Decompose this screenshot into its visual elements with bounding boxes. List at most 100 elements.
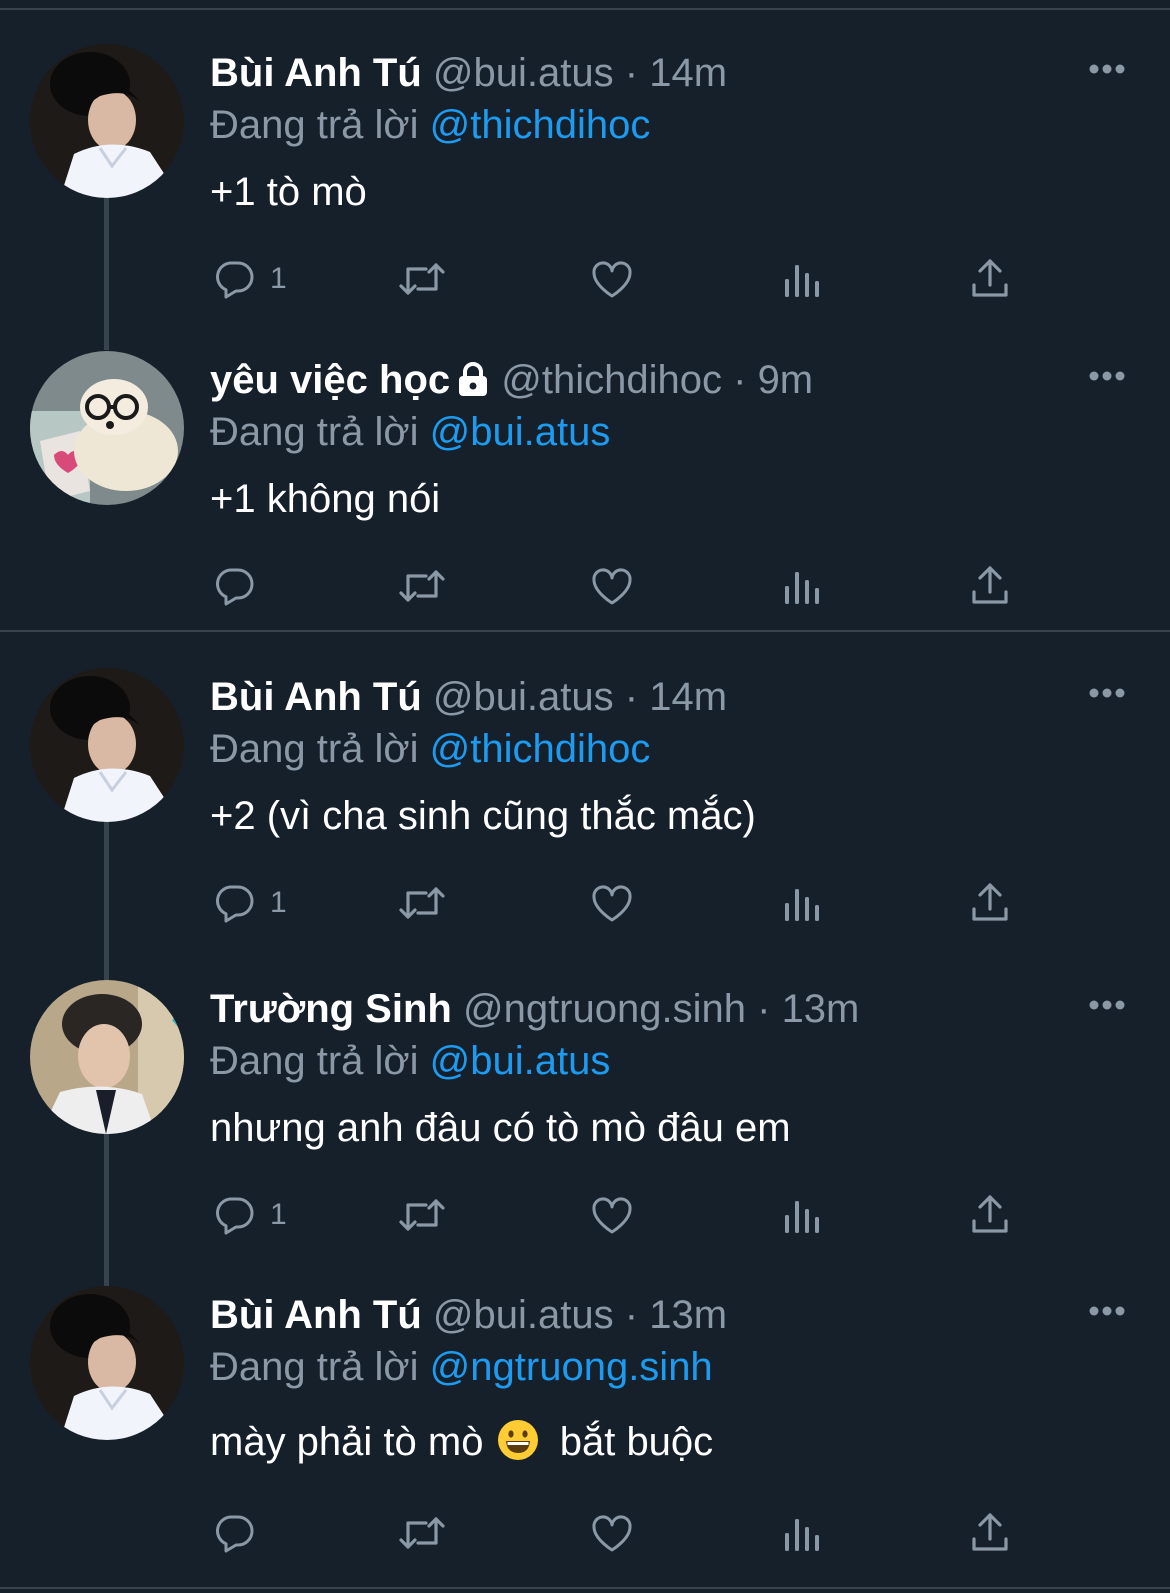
tweet[interactable]: Bùi Anh Tú @bui.atus · 14m Đang trả lời … — [0, 10, 1170, 350]
replying-to: Đang trả lời @thichdihoc — [210, 100, 650, 150]
replying-to-label: Đang trả lời — [210, 103, 419, 147]
tweet-actions: 1 — [210, 254, 1040, 304]
views-button[interactable] — [778, 561, 826, 611]
grinning-face-emoji — [497, 1419, 539, 1473]
tweet[interactable]: yêu việc học @thichdihoc · 9m Đang trả l… — [0, 317, 1170, 627]
like-button[interactable] — [588, 561, 636, 611]
tweet-header: Bùi Anh Tú @bui.atus · 13m — [210, 1290, 727, 1340]
user-handle[interactable]: @bui.atus — [433, 51, 614, 95]
retweet-icon — [396, 879, 448, 927]
separator-dot: · — [757, 987, 771, 1031]
tweet[interactable]: Trường Sinh @ngtruong.sinh · 13m Đang tr… — [0, 946, 1170, 1286]
share-button[interactable] — [966, 878, 1014, 928]
tweet[interactable]: Bùi Anh Tú @bui.atus · 14m Đang trả lời … — [0, 634, 1170, 980]
like-button[interactable] — [588, 1190, 636, 1240]
replying-to: Đang trả lời @bui.atus — [210, 1036, 610, 1086]
retweet-icon — [396, 562, 448, 610]
user-handle[interactable]: @thichdihoc — [501, 358, 722, 402]
avatar[interactable] — [30, 668, 184, 822]
views-button[interactable] — [778, 254, 826, 304]
tweet-text: +1 tò mò — [210, 170, 367, 214]
like-icon — [588, 1191, 636, 1239]
reply-button[interactable]: 1 — [210, 1190, 287, 1240]
reply-icon — [210, 562, 258, 610]
share-button[interactable] — [966, 254, 1014, 304]
retweet-button[interactable] — [396, 254, 448, 304]
display-name[interactable]: Trường Sinh — [210, 987, 452, 1031]
tweet-text: mày phải tò mò bắt buộc — [210, 1417, 713, 1473]
display-name[interactable]: Bùi Anh Tú — [210, 1293, 422, 1337]
lock-icon — [456, 359, 490, 409]
replying-to-mention[interactable]: @thichdihoc — [430, 727, 651, 771]
timestamp[interactable]: 13m — [649, 1293, 727, 1337]
reply-button[interactable]: 1 — [210, 878, 287, 928]
reply-button[interactable] — [210, 561, 270, 611]
user-handle[interactable]: @ngtruong.sinh — [463, 987, 746, 1031]
share-button[interactable] — [966, 561, 1014, 611]
views-icon — [778, 1191, 826, 1239]
views-button[interactable] — [778, 1508, 826, 1558]
tweet-actions — [210, 561, 1040, 611]
views-button[interactable] — [778, 1190, 826, 1240]
like-button[interactable] — [588, 878, 636, 928]
display-name[interactable]: Bùi Anh Tú — [210, 51, 422, 95]
avatar[interactable] — [30, 351, 184, 505]
timestamp[interactable]: 13m — [782, 987, 860, 1031]
like-button[interactable] — [588, 254, 636, 304]
tweet[interactable]: Bùi Anh Tú @bui.atus · 13m Đang trả lời … — [0, 1252, 1170, 1562]
avatar[interactable] — [30, 1286, 184, 1440]
share-button[interactable] — [966, 1190, 1014, 1240]
more-icon[interactable] — [1088, 686, 1126, 704]
share-icon — [966, 1191, 1014, 1239]
retweet-icon — [396, 1509, 448, 1557]
replying-to-mention[interactable]: @bui.atus — [430, 1039, 611, 1083]
reply-icon — [210, 1509, 258, 1557]
separator-dot: · — [733, 358, 747, 402]
more-icon[interactable] — [1088, 998, 1126, 1016]
like-icon — [588, 1509, 636, 1557]
separator-dot: · — [624, 675, 639, 719]
avatar[interactable] — [30, 44, 184, 198]
retweet-button[interactable] — [396, 878, 448, 928]
display-name[interactable]: yêu việc học — [210, 358, 450, 402]
user-handle[interactable]: @bui.atus — [433, 675, 614, 719]
share-button[interactable] — [966, 1508, 1014, 1558]
reply-button[interactable]: 1 — [210, 254, 287, 304]
tweet-text-part: bắt buộc — [559, 1420, 714, 1464]
more-icon[interactable] — [1088, 369, 1126, 387]
reply-icon — [210, 255, 258, 303]
reply-button[interactable] — [210, 1508, 270, 1558]
tweet-actions: 1 — [210, 878, 1040, 928]
tweet-actions: 1 — [210, 1190, 1040, 1240]
share-icon — [966, 879, 1014, 927]
tweet-actions — [210, 1508, 1040, 1558]
avatar[interactable] — [30, 980, 184, 1134]
timestamp[interactable]: 14m — [649, 51, 727, 95]
timestamp[interactable]: 14m — [649, 675, 727, 719]
user-handle[interactable]: @bui.atus — [433, 1293, 614, 1337]
views-button[interactable] — [778, 878, 826, 928]
like-button[interactable] — [588, 1508, 636, 1558]
replying-to-mention[interactable]: @thichdihoc — [430, 103, 651, 147]
tweet-header: Bùi Anh Tú @bui.atus · 14m — [210, 48, 727, 98]
replying-to-mention[interactable]: @bui.atus — [430, 410, 611, 454]
timestamp[interactable]: 9m — [758, 358, 814, 402]
more-icon[interactable] — [1088, 1304, 1126, 1322]
replying-to-label: Đang trả lời — [210, 727, 419, 771]
retweet-button[interactable] — [396, 1508, 448, 1558]
tweet-header: yêu việc học @thichdihoc · 9m — [210, 355, 813, 405]
retweet-button[interactable] — [396, 1190, 448, 1240]
retweet-button[interactable] — [396, 561, 448, 611]
tweet-text: +2 (vì cha sinh cũng thắc mắc) — [210, 794, 756, 838]
share-icon — [966, 1509, 1014, 1557]
share-icon — [966, 562, 1014, 610]
reply-icon — [210, 1191, 258, 1239]
bottom-divider — [0, 1587, 1170, 1589]
replying-to: Đang trả lời @bui.atus — [210, 407, 610, 457]
display-name[interactable]: Bùi Anh Tú — [210, 675, 422, 719]
more-icon[interactable] — [1088, 62, 1126, 80]
reply-icon — [210, 879, 258, 927]
retweet-icon — [396, 1191, 448, 1239]
views-icon — [778, 255, 826, 303]
replying-to-mention[interactable]: @ngtruong.sinh — [430, 1345, 713, 1389]
